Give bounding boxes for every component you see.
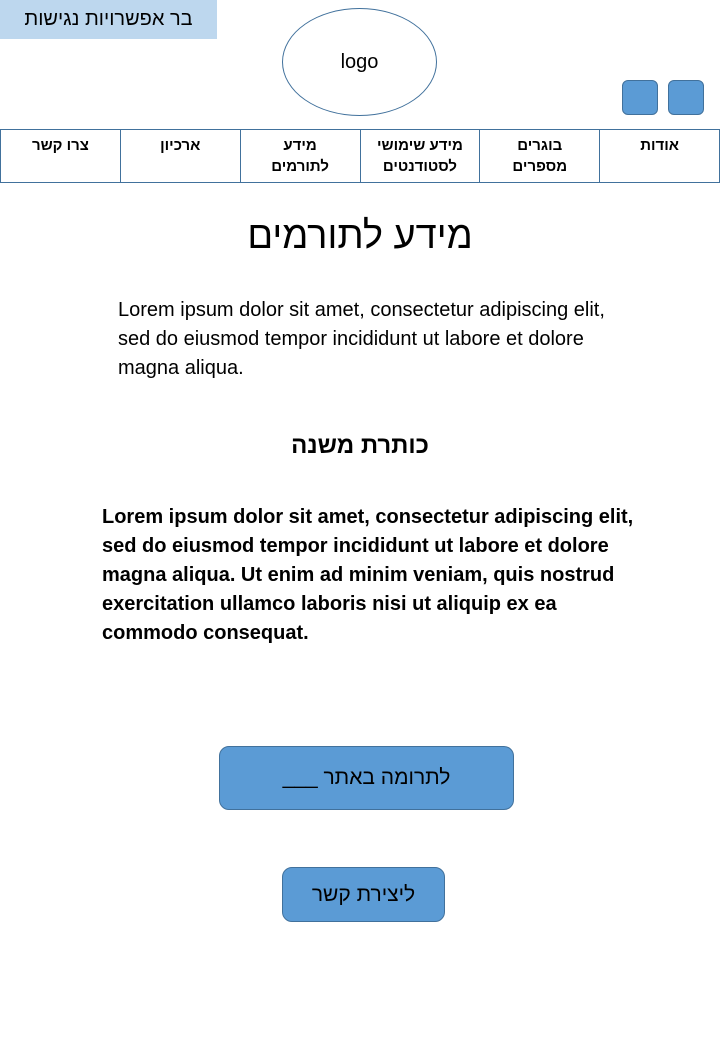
intro-paragraph: Lorem ipsum dolor sit amet, consectetur …: [118, 299, 605, 379]
accessibility-options-bar[interactable]: בר אפשרויות נגישות: [0, 0, 217, 39]
nav-item-archive[interactable]: ארכיון: [119, 130, 240, 182]
nav-item-contact[interactable]: צרו קשר: [1, 130, 120, 182]
logo[interactable]: logo: [282, 8, 437, 116]
main-nav: אודות בוגרים מספרים מידע שימושי לסטודנטי…: [0, 129, 720, 183]
subtitle: כותרת משנה: [291, 432, 429, 459]
nav-item-about[interactable]: אודות: [599, 130, 719, 182]
page-title: מידע לתורמים: [247, 215, 473, 257]
nav-item-alumni-tell[interactable]: בוגרים מספרים: [479, 130, 599, 182]
donate-button[interactable]: לתרומה באתר ___: [219, 746, 514, 810]
header-square-button-2[interactable]: [668, 80, 704, 115]
donate-button-label: לתרומה באתר ___: [282, 766, 451, 789]
nav-item-donor-info[interactable]: מידע לתורמים: [239, 130, 360, 182]
accessibility-bar-label: בר אפשרויות נגישות: [24, 8, 193, 30]
contact-button-label: ליצירת קשר: [311, 882, 416, 906]
body-paragraph: Lorem ipsum dolor sit amet, consectetur …: [102, 506, 634, 644]
header-square-button-1[interactable]: [622, 80, 658, 115]
nav-item-student-info[interactable]: מידע שימושי לסטודנטים: [359, 130, 480, 182]
logo-label: logo: [340, 50, 379, 73]
contact-button[interactable]: ליצירת קשר: [282, 867, 445, 922]
